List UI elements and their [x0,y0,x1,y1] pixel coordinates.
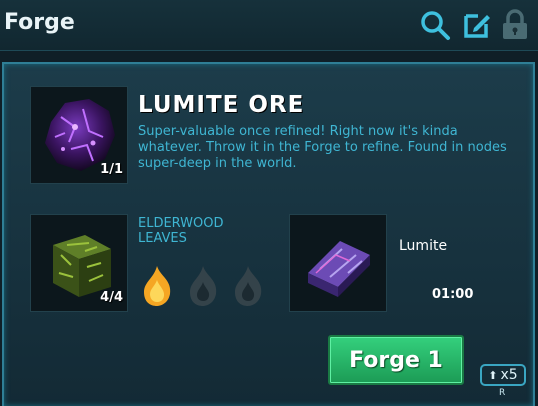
lumite-output-slot[interactable] [289,214,387,312]
ingredient-name: ELDERWOOD LEAVES [138,216,224,246]
multiplier-button[interactable]: ⬆ x5 [480,364,526,386]
lumite-bar-icon [308,241,370,297]
lumite-ore-slot[interactable]: 1/1 [30,86,128,184]
up-arrow-icon: ⬆ [488,368,498,382]
fuel-flame-icon-empty [186,262,220,308]
header-bar: Forge [0,0,538,51]
multiplier-label: x5 [500,367,518,383]
forge-button[interactable]: Forge 1 [328,335,464,385]
elderwood-leaves-quantity: 4/4 [100,290,123,305]
lock-icon[interactable] [498,8,532,42]
fuel-flame-icon-lit [140,262,174,308]
edit-icon[interactable] [460,8,494,42]
lumite-ore-quantity: 1/1 [100,162,123,177]
multiplier-hotkey: R [499,388,506,398]
window-title: Forge [4,10,75,35]
fuel-flame-icon-empty [231,262,265,308]
search-icon[interactable] [418,8,452,42]
elderwood-leaves-slot[interactable]: 4/4 [30,214,128,312]
output-name: Lumite [399,238,448,254]
item-name: LUMITE ORE [138,92,305,118]
forge-timer: 01:00 [432,287,474,302]
item-description: Super-valuable once refined! Right now i… [138,124,507,171]
